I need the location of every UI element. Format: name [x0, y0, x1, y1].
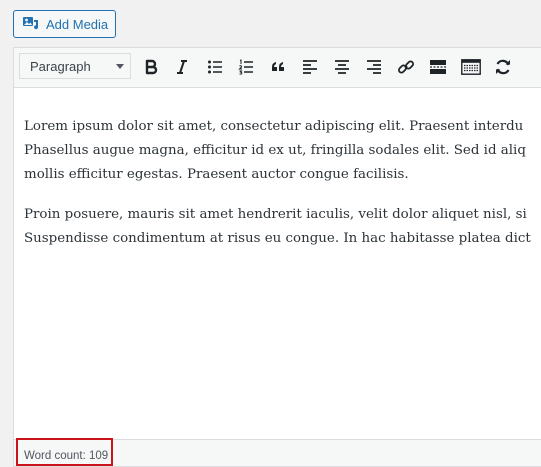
add-media-button[interactable]: Add Media	[13, 10, 116, 38]
link-icon	[397, 58, 415, 76]
refresh-icon	[494, 58, 512, 76]
paragraph: Proin posuere, mauris sit amet hendrerit…	[24, 203, 541, 251]
text-line: Lorem ipsum dolor sit amet, consectetur …	[24, 119, 524, 134]
align-center-button[interactable]	[329, 54, 355, 80]
media-icon	[22, 16, 40, 32]
read-more-button[interactable]	[425, 54, 451, 80]
editor-toolbar: Paragraph	[14, 48, 541, 88]
editor-statusbar: Word count: 109	[14, 438, 541, 466]
insert-link-button[interactable]	[393, 54, 419, 80]
align-left-button[interactable]	[297, 54, 323, 80]
read-more-icon	[429, 59, 447, 75]
bulleted-list-icon	[207, 59, 223, 75]
align-center-icon	[334, 59, 350, 75]
text-line: Suspendisse condimentum at risus eu cong…	[24, 231, 531, 246]
numbered-list-button[interactable]	[233, 54, 259, 80]
paragraph: Lorem ipsum dolor sit amet, consectetur …	[24, 115, 541, 187]
align-right-button[interactable]	[361, 54, 387, 80]
blockquote-button[interactable]	[265, 54, 291, 80]
numbered-list-icon	[238, 59, 254, 75]
bulleted-list-button[interactable]	[202, 54, 228, 80]
text-line: Phasellus augue magna, efficitur id ex u…	[24, 143, 526, 158]
chevron-down-icon	[116, 64, 124, 69]
keyboard-icon	[461, 59, 481, 75]
editor-content[interactable]: Lorem ipsum dolor sit amet, consectetur …	[24, 115, 541, 267]
convert-button[interactable]	[490, 54, 516, 80]
blockquote-icon	[270, 59, 286, 75]
format-select-value: Paragraph	[30, 58, 91, 74]
text-line: Proin posuere, mauris sit amet hendrerit…	[24, 207, 527, 222]
italic-button[interactable]	[169, 54, 195, 80]
editor: Paragraph Lorem ipsum dolor sit amet, co…	[13, 47, 541, 467]
word-count: Word count: 109	[16, 438, 114, 466]
format-select[interactable]: Paragraph	[19, 53, 131, 79]
add-media-label: Add Media	[46, 16, 109, 32]
text-line: mollis efficitur egestas. Praesent aucto…	[24, 167, 409, 182]
toolbar-toggle-button[interactable]	[458, 54, 484, 80]
align-right-icon	[366, 59, 382, 75]
bold-icon	[143, 59, 159, 75]
italic-icon	[174, 59, 190, 75]
bold-button[interactable]	[138, 54, 164, 80]
align-left-icon	[302, 59, 318, 75]
